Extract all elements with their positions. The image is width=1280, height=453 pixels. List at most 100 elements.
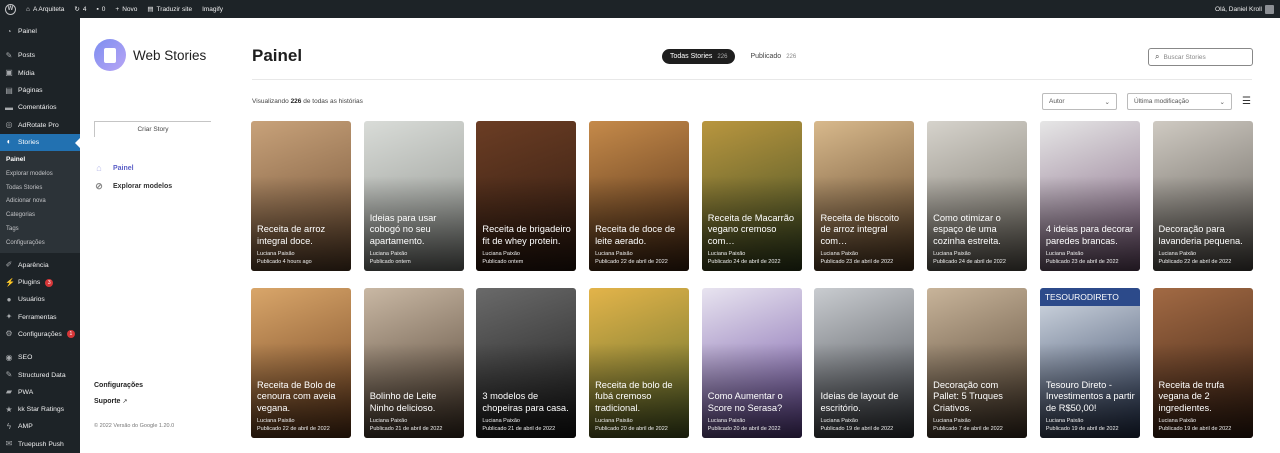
submenu-item[interactable]: Explorar modelos — [0, 167, 80, 181]
pin-icon: ✎ — [5, 50, 13, 60]
menu-structured-data[interactable]: ✎ Structured Data — [0, 366, 80, 383]
menu-adrotate-pro[interactable]: ◎ AdRotate Pro — [0, 116, 80, 133]
tab-published[interactable]: Publicado 226 — [742, 49, 804, 64]
submenu-item[interactable]: Todas Stories — [0, 181, 80, 195]
support-link[interactable]: Suporte ↗ — [94, 398, 127, 405]
submenu-item[interactable]: Adicionar nova — [0, 194, 80, 208]
story-card[interactable]: Receita de trufa vegana de 2 ingrediente… — [1152, 288, 1253, 438]
web-stories-nav: Web Stories Criar Story ⌂ Painel ⊘ Explora… — [80, 18, 220, 453]
story-card[interactable]: Receita de Bolo de cenoura com aveia veg… — [251, 288, 351, 438]
tab-label: Todas Stories — [670, 53, 713, 60]
search-icon: ⌕ — [1155, 52, 1160, 61]
sort-select[interactable]: Última modificação ⌄ — [1127, 93, 1232, 110]
nav-dashboard[interactable]: ⌂ Painel — [94, 163, 133, 173]
menu-label: Aparência — [18, 261, 49, 269]
menu-label: AMP — [18, 423, 33, 431]
settings-link[interactable]: Configurações — [94, 382, 143, 389]
menu-ferramentas[interactable]: ✦ Ferramentas — [0, 309, 80, 326]
wp-logo-menu[interactable]: W — [0, 0, 21, 18]
updates-count: 4 — [82, 5, 87, 13]
nav-explore-templates[interactable]: ⊘ Explorar modelos — [94, 181, 172, 191]
chevron-down-icon: ⌄ — [1219, 98, 1225, 106]
stories-icon: ◐ — [6, 137, 12, 147]
menu-label: Páginas — [18, 87, 43, 95]
story-card[interactable]: Receita de arroz integral doce. Luciana P… — [251, 121, 351, 271]
menu-kk-star-ratings[interactable]: ★ kk Star Ratings — [0, 401, 80, 418]
story-author: Luciana Paixão — [595, 251, 633, 257]
menu-pwa[interactable]: ▰ PWA — [0, 384, 80, 401]
menu-apar-ncia[interactable]: ✐ Aparência — [0, 257, 80, 274]
menu-p-ginas[interactable]: ▤ Páginas — [0, 82, 80, 99]
comments-link[interactable]: ▪ 0 — [91, 0, 110, 18]
story-card[interactable]: 3 modelos de chopeiras para casa. Luciana… — [476, 288, 577, 438]
menu-seo[interactable]: ◉ SEO — [0, 349, 80, 366]
story-author: Luciana Paixão — [1045, 251, 1084, 257]
page-title: Painel — [252, 46, 303, 65]
story-date: Publicado 24 de abril de 2022 — [933, 258, 1006, 265]
search-placeholder: Buscar Stories — [1163, 53, 1206, 61]
search-input[interactable]: ⌕ Buscar Stories — [1148, 48, 1253, 66]
comments-count: 0 — [101, 5, 106, 13]
select-value: Autor — [1049, 98, 1065, 105]
story-date: Publicado ontem — [369, 258, 411, 265]
menu-usu-rios[interactable]: ● Usuários — [0, 291, 80, 308]
story-author: Luciana Paixão — [707, 418, 746, 424]
menu-painel[interactable]: ◔ Painel — [0, 23, 80, 40]
story-card[interactable]: Decoração para lavanderia pequena. Lucian… — [1152, 121, 1253, 271]
story-author: Luciana Paixão — [369, 418, 408, 424]
admin-bar: W ⌂ A Arquiteta ↻ 4 ▪ 0 + Novo ▤ Traduzir sit… — [0, 0, 1280, 18]
compass-icon: ⊘ — [95, 181, 103, 191]
story-card[interactable]: Receita de Macarrão vegano cremoso com… L… — [701, 121, 802, 271]
submenu-item[interactable]: Tags — [0, 222, 80, 236]
story-author: Luciana Paixão — [369, 251, 408, 257]
account-menu[interactable]: Olá, Daniel Kroll — [1215, 4, 1280, 14]
translate-label: Traduzir site — [156, 5, 193, 13]
story-card[interactable]: Receita de bolo de fubá cremoso tradicio… — [589, 288, 690, 438]
submenu-item[interactable]: Configurações — [0, 236, 80, 250]
tab-all-stories[interactable]: Todas Stories 226 — [662, 49, 736, 64]
menu-plugins[interactable]: ⚡ Plugins 3 — [0, 274, 80, 291]
story-title: Como otimizar o espaço de uma cozinha es… — [933, 212, 1001, 247]
story-card[interactable]: TESOURODIRETO Tesouro Direto - Investimen… — [1039, 288, 1140, 438]
story-card[interactable]: Bolinho de Leite Ninho delicioso. Luciana… — [363, 288, 464, 438]
story-title: Decoração para lavanderia pequena. — [1158, 224, 1243, 247]
create-story-button[interactable]: Criar Story — [94, 121, 211, 137]
tab-count: 226 — [786, 53, 797, 60]
update-badge: 1 — [66, 330, 75, 339]
menu-truepush-push[interactable]: ✉ Truepush Push — [0, 436, 80, 453]
submenu-item[interactable]: Painel — [0, 153, 80, 167]
story-card[interactable]: Receita de brigadeiro fit de whey protei… — [476, 121, 577, 271]
author-filter-select[interactable]: Autor ⌄ — [1042, 93, 1117, 110]
menu-label: Painel — [18, 28, 37, 36]
amp-icon: ϟ — [6, 421, 12, 431]
menu-posts[interactable]: ✎ Posts — [0, 47, 80, 64]
menu-coment-rios[interactable]: ▬ Comentários — [0, 99, 80, 116]
header-divider — [252, 79, 1252, 80]
story-card[interactable]: Receita de doce de leite aerado. Luciana … — [589, 121, 690, 271]
story-title: Receita de Macarrão vegano cremoso com… — [707, 212, 795, 247]
story-card[interactable]: Como otimizar o espaço de uma cozinha es… — [927, 121, 1028, 271]
site-name-link[interactable]: ⌂ A Arquiteta — [21, 0, 69, 18]
new-content-link[interactable]: + Novo — [110, 0, 142, 18]
story-card[interactable]: Decoração com Pallet: 5 Truques Criativo… — [927, 288, 1028, 438]
story-card[interactable]: 4 ideias para decorar paredes brancas. Lu… — [1039, 121, 1140, 271]
story-card[interactable]: Ideias de layout de escritório. Luciana P… — [814, 288, 915, 438]
updates-link[interactable]: ↻ 4 — [69, 0, 91, 18]
story-author: Luciana Paixão — [933, 251, 971, 257]
story-card[interactable]: Como Aumentar o Score no Serasa? Luciana … — [701, 288, 802, 438]
story-author: Luciana Paixão — [1045, 418, 1084, 424]
story-author: Luciana Paixão — [820, 418, 859, 424]
submenu-item[interactable]: Categorias — [0, 208, 80, 222]
translate-site-link[interactable]: ▤ Traduzir site — [142, 0, 197, 18]
comment-icon: ▪ — [96, 5, 99, 13]
menu-configura-es[interactable]: ⚙ Configurações 1 — [0, 326, 80, 343]
story-title: Receita de biscoito de arroz integral co… — [820, 212, 899, 247]
story-card[interactable]: Receita de biscoito de arroz integral co… — [814, 121, 915, 271]
menu-m-dia[interactable]: ▣ Mídia — [0, 65, 80, 82]
menu-stories[interactable]: ◐ Stories — [0, 133, 80, 152]
list-view-icon[interactable]: ☰ — [1242, 96, 1251, 107]
imagify-link[interactable]: Imagify — [197, 0, 228, 18]
story-card[interactable]: Ideias para usar cobogó no seu apartamen… — [363, 121, 464, 271]
menu-amp[interactable]: ϟ AMP — [0, 418, 80, 435]
site-name: A Arquiteta — [32, 5, 65, 13]
